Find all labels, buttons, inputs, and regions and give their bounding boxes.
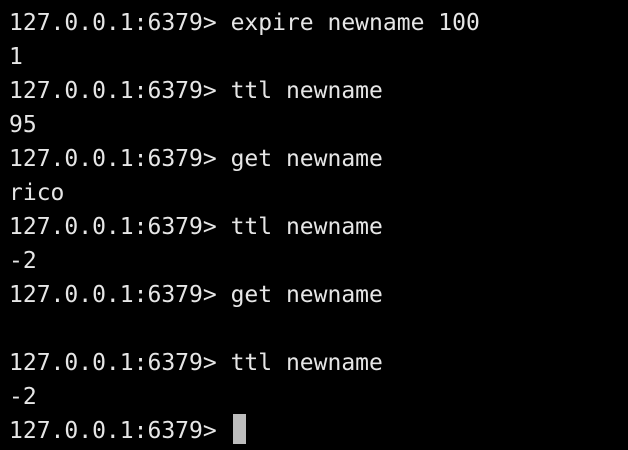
output-line: -2 bbox=[9, 248, 37, 274]
command-text: expire newname 100 bbox=[230, 10, 480, 36]
terminal-prompt: 127.0.0.1:6379> bbox=[9, 418, 231, 444]
terminal-prompt: 127.0.0.1:6379> bbox=[9, 214, 231, 240]
command-text: ttl newname bbox=[230, 350, 383, 376]
command-text: get newname bbox=[230, 282, 383, 308]
text-cursor bbox=[232, 414, 246, 444]
terminal-input-line[interactable]: 127.0.0.1:6379> bbox=[9, 414, 628, 448]
terminal-prompt: 127.0.0.1:6379> bbox=[9, 350, 231, 376]
command-line: 127.0.0.1:6379> get newname bbox=[9, 278, 628, 312]
command-text: ttl newname bbox=[230, 78, 383, 104]
command-line: 127.0.0.1:6379> ttl newname bbox=[9, 74, 628, 108]
terminal-prompt: 127.0.0.1:6379> bbox=[9, 146, 231, 172]
terminal-window[interactable]: 127.0.0.1:6379> expire newname 100 1 127.0… bbox=[0, 0, 628, 450]
output-line: -2 bbox=[9, 384, 37, 410]
command-line: 127.0.0.1:6379> ttl newname bbox=[9, 210, 628, 244]
command-line: 127.0.0.1:6379> expire newname 100 bbox=[9, 6, 628, 40]
output-line: 95 bbox=[9, 112, 37, 138]
terminal-prompt: 127.0.0.1:6379> bbox=[9, 282, 231, 308]
terminal-prompt: 127.0.0.1:6379> bbox=[9, 78, 231, 104]
command-line: 127.0.0.1:6379> get newname bbox=[9, 142, 628, 176]
output-line: 1 bbox=[9, 44, 23, 70]
terminal-output: 127.0.0.1:6379> expire newname 100 1 127.0… bbox=[9, 6, 628, 414]
terminal-prompt: 127.0.0.1:6379> bbox=[9, 10, 231, 36]
command-line: 127.0.0.1:6379> ttl newname bbox=[9, 346, 628, 380]
output-line: rico bbox=[9, 180, 65, 206]
command-text: get newname bbox=[230, 146, 383, 172]
command-text: ttl newname bbox=[230, 214, 383, 240]
